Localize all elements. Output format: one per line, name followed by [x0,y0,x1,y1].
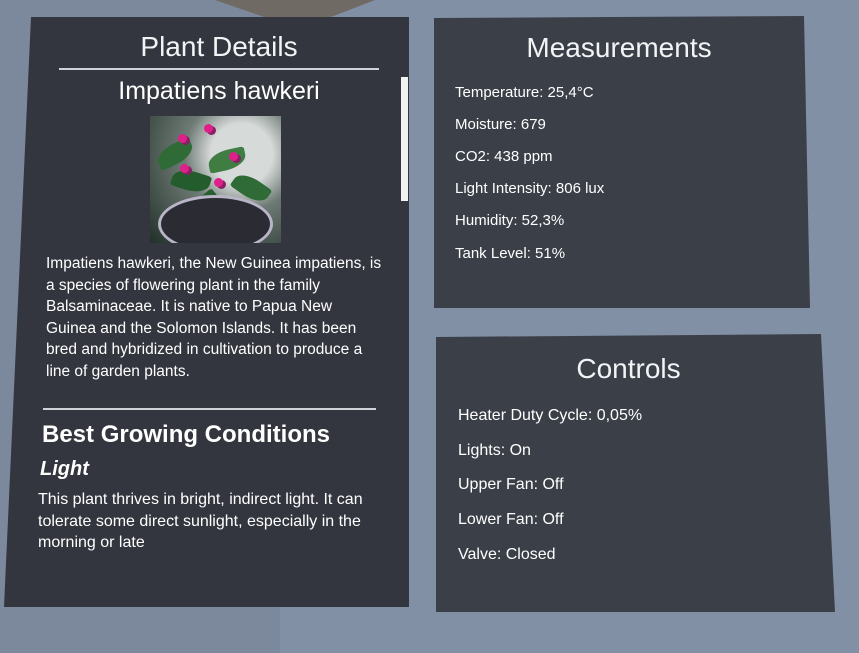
best-growing-conditions-heading: Best Growing Conditions [42,421,330,448]
plant-details-panel: Plant Details Impatiens hawkeri Impatien… [4,17,409,607]
valve-status: Valve: Closed [458,546,556,563]
humidity-reading: Humidity: 52,3% [455,212,565,229]
light-intensity-reading: Light Intensity: 806 lux [455,180,605,197]
details-scrollbar-thumb[interactable] [401,77,408,201]
moisture-reading: Moisture: 679 [455,116,546,133]
tank-level-reading: Tank Level: 51% [455,245,566,262]
plant-details-title: Plant Details [140,31,298,62]
controls-panel: Controls Heater Duty Cycle: 0,05% Lights… [436,334,835,612]
measurements-title: Measurements [526,32,712,63]
measurements-panel: Measurements Temperature: 25,4°C Moistur… [434,16,810,308]
plant-image [150,116,281,243]
light-description: This plant thrives in bright, indirect l… [38,491,363,551]
section-divider [43,408,376,410]
plant-description: Impatiens hawkeri, the New Guinea impati… [46,255,382,380]
lower-fan-status: Lower Fan: Off [458,511,564,528]
heater-duty-cycle-status: Heater Duty Cycle: 0,05% [458,407,643,424]
lights-status: Lights: On [458,442,531,459]
plant-name: Impatiens hawkeri [118,77,320,105]
upper-fan-status: Upper Fan: Off [458,476,564,493]
title-divider [59,68,379,70]
controls-title: Controls [576,353,681,384]
light-heading: Light [40,458,89,480]
co2-reading: CO2: 438 ppm [455,148,553,165]
temperature-reading: Temperature: 25,4°C [455,84,594,101]
